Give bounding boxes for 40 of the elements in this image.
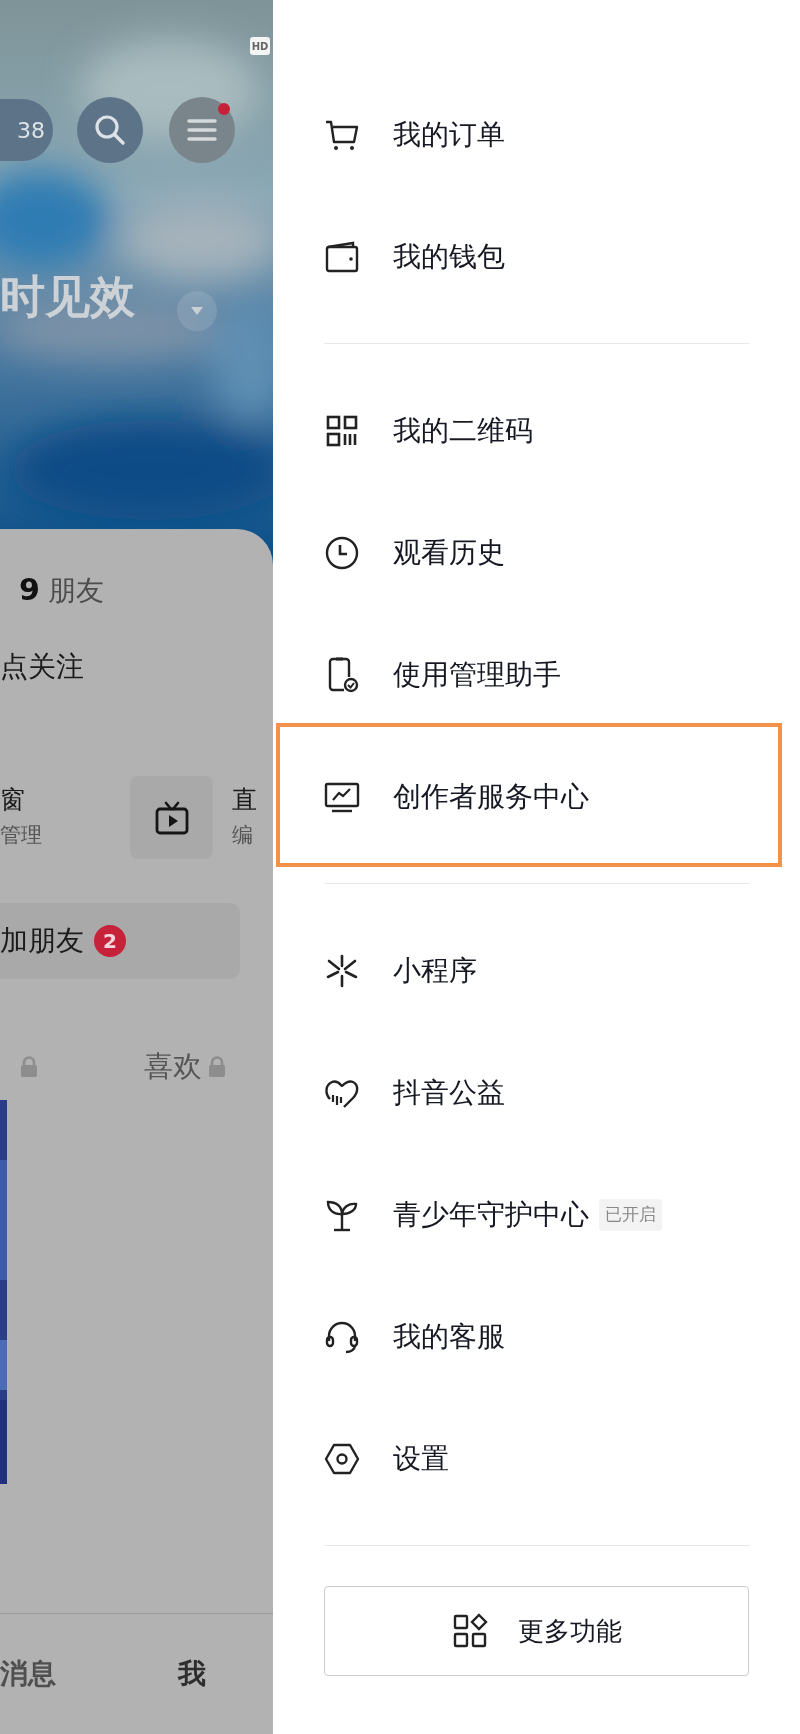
qr-code-icon: [324, 413, 360, 449]
menu-item[interactable]: 抖音公益: [324, 1032, 749, 1154]
headset-icon: [324, 1319, 360, 1355]
profile-title: 时见效: [0, 273, 135, 319]
menu-item[interactable]: 我的二维码: [324, 370, 749, 492]
shortcut-icon-tile[interactable]: [130, 776, 213, 859]
menu-item[interactable]: 我的订单: [324, 74, 749, 196]
shortcut-title: 直: [232, 784, 257, 816]
caret-icon: [189, 305, 205, 317]
status-tag: 已开启: [599, 1199, 662, 1231]
friend-label: 朋友: [47, 573, 104, 609]
clock-icon: [324, 535, 360, 571]
count-badge: 2: [94, 925, 126, 957]
search-icon: [92, 112, 128, 148]
menu-item[interactable]: 小程序: [324, 910, 749, 1032]
wallet-icon: [324, 239, 360, 275]
menu-item[interactable]: 我的客服: [324, 1276, 749, 1398]
spark-icon: [324, 953, 360, 989]
menu-item[interactable]: 我的钱包: [324, 196, 749, 318]
bio-text: 点关注: [0, 649, 85, 685]
shortcut-subtitle: 管理: [0, 822, 43, 850]
shortcut-subtitle: 编: [232, 822, 254, 850]
menu-item[interactable]: 使用管理助手: [324, 614, 749, 736]
profile-tab[interactable]: 喜欢: [144, 1045, 226, 1089]
settings-icon: [324, 1441, 360, 1477]
menu-item[interactable]: 设置: [324, 1398, 749, 1520]
hd-badge: HD: [250, 37, 270, 55]
nav-tab[interactable]: 我: [178, 1653, 206, 1695]
add-friends-button[interactable]: 加朋友 2: [0, 903, 240, 979]
shortcut-title: 窗: [0, 784, 26, 816]
tv-icon: [153, 799, 190, 836]
menu-item[interactable]: 青少年守护中心 已开启: [324, 1154, 749, 1276]
menu-item[interactable]: 创作者服务中心: [324, 736, 749, 858]
grid-icon: [451, 1613, 488, 1649]
friend-count: 9: [19, 571, 40, 609]
more-features-button[interactable]: 更多功能: [324, 1586, 749, 1676]
menu-item[interactable]: 观看历史: [324, 492, 749, 614]
dropdown-button[interactable]: [177, 291, 217, 331]
menu-icon: [186, 117, 218, 143]
nav-tab[interactable]: 消息: [0, 1653, 56, 1695]
